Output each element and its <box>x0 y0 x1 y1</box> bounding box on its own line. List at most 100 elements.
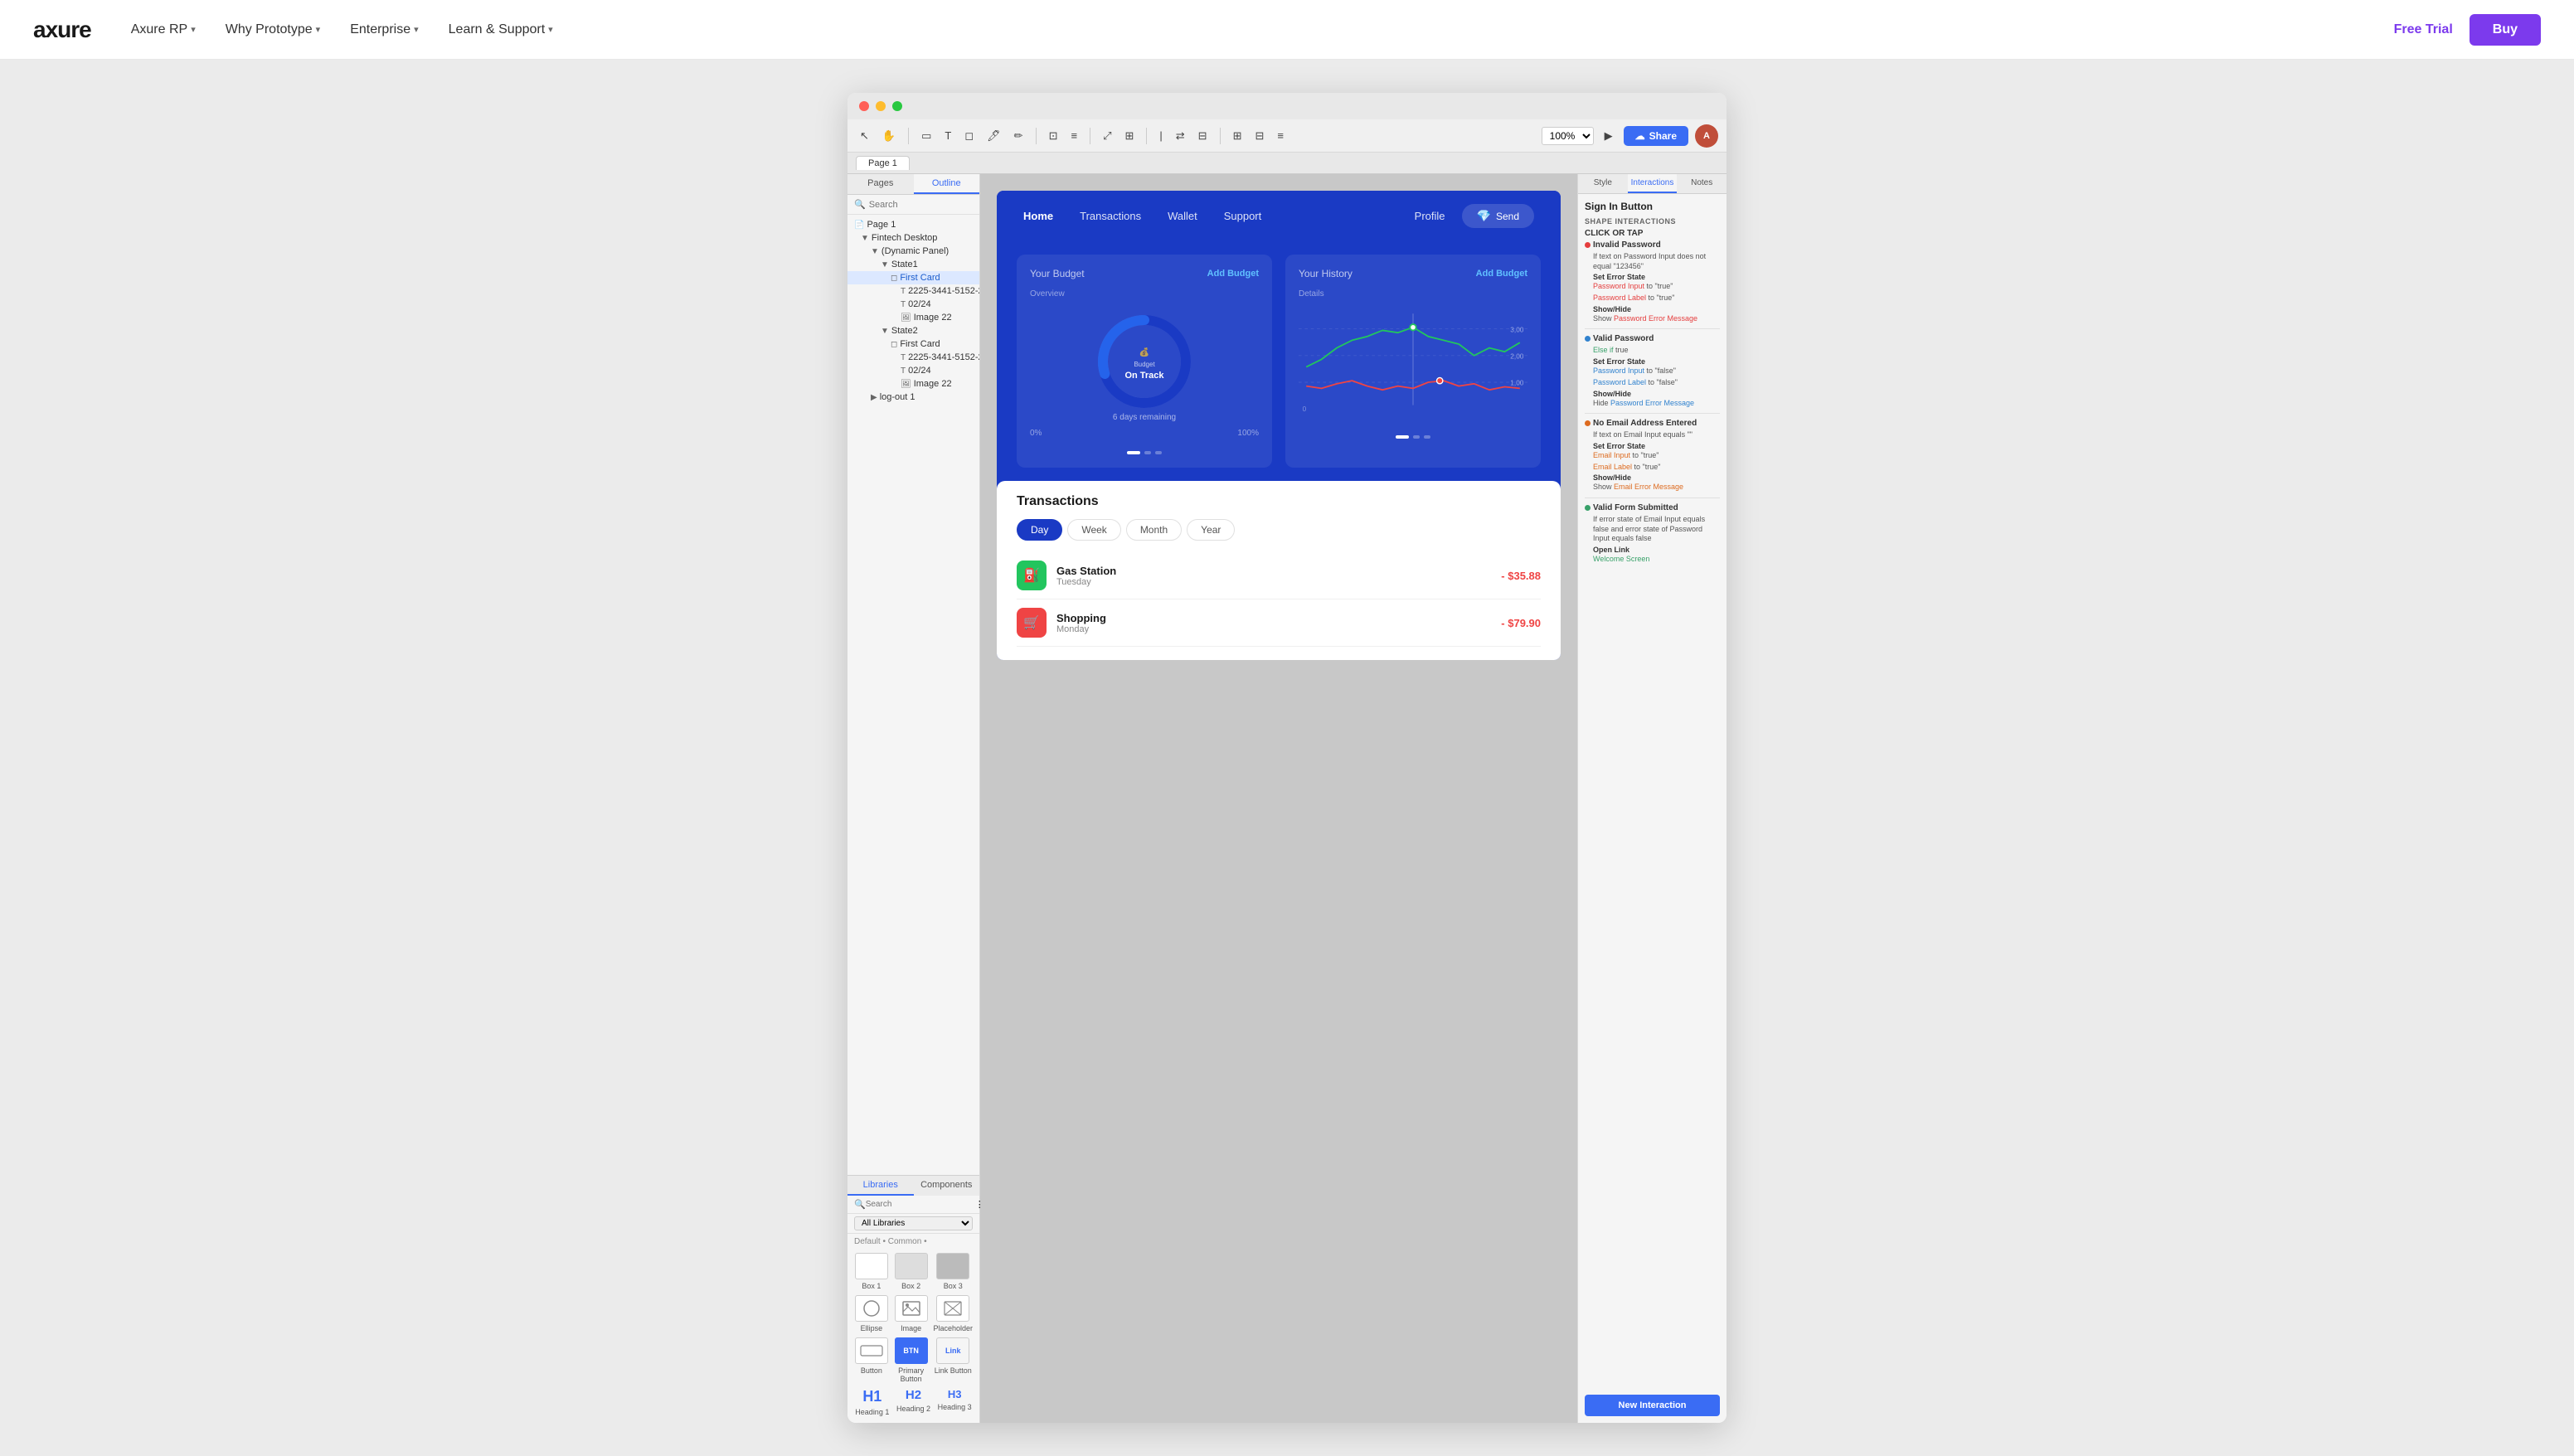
history-dot-1[interactable] <box>1396 435 1409 439</box>
tree-dynamic-panel[interactable]: ▼ (Dynamic Panel) <box>847 245 979 258</box>
line-chart: 3,00 2,00 1,00 <box>1299 305 1527 421</box>
pages-tab[interactable]: Pages <box>847 174 914 194</box>
panel-search: 🔍 ⊞ <box>847 195 979 215</box>
user-avatar[interactable]: A <box>1695 124 1718 148</box>
paint-tool[interactable]: 🖊 <box>983 127 1005 145</box>
maximize-dot[interactable] <box>892 101 902 111</box>
fintech-wallet-link[interactable]: Wallet <box>1168 210 1197 222</box>
no-email-show-hide: Show/Hide <box>1593 473 1720 482</box>
fintech-home-link[interactable]: Home <box>1023 210 1053 222</box>
minimize-dot[interactable] <box>876 101 886 111</box>
fintech-support-link[interactable]: Support <box>1224 210 1262 222</box>
history-dot-2[interactable] <box>1413 435 1420 439</box>
share-button[interactable]: ☁ Share <box>1624 126 1688 146</box>
connect-tool[interactable]: ⇄ <box>1172 127 1189 145</box>
new-interaction-button[interactable]: New Interaction <box>1585 1395 1720 1416</box>
free-trial-link[interactable]: Free Trial <box>2394 22 2453 37</box>
history-dot-3[interactable] <box>1424 435 1430 439</box>
play-button[interactable]: ▶ <box>1600 127 1617 145</box>
h-align-tool[interactable]: ⊟ <box>1251 127 1268 145</box>
shape-tool[interactable]: ◻ <box>960 127 978 145</box>
select-tool[interactable]: ↖ <box>856 127 873 145</box>
components-tool[interactable]: ⊞ <box>1120 127 1138 145</box>
svg-text:1,00: 1,00 <box>1510 380 1523 387</box>
right-tabs: Style Interactions Notes <box>1578 174 1727 194</box>
interactions-tab[interactable]: Interactions <box>1628 174 1678 193</box>
carousel-dot-2[interactable] <box>1144 451 1151 454</box>
nav-why-prototype[interactable]: Why Prototype ▾ <box>226 22 320 37</box>
nav-axure-rp[interactable]: Axure RP ▾ <box>131 22 196 37</box>
lib-item-link-button[interactable]: Link Link Button <box>933 1337 973 1383</box>
tree-date-2[interactable]: T 02/24 <box>847 364 979 377</box>
tree-first-card-1[interactable]: ◻ First Card <box>847 271 979 284</box>
tree-first-card-2[interactable]: ◻ First Card <box>847 337 979 351</box>
shopping-info: Shopping Monday <box>1056 612 1491 634</box>
expand-tool[interactable]: ⤢ <box>1099 127 1115 145</box>
no-email-condition: If text on Email Input equals "" <box>1593 430 1720 440</box>
distribute-tool[interactable]: ⊟ <box>1194 127 1212 145</box>
tree-page1[interactable]: 📄 Page 1 <box>847 218 979 231</box>
add-budget-btn[interactable]: Add Budget <box>1207 269 1259 279</box>
lib-h1[interactable]: H1 Heading 1 <box>854 1388 891 1416</box>
valid-form-dot <box>1585 505 1591 511</box>
history-carousel-dots <box>1299 435 1527 439</box>
lib-item-image[interactable]: Image <box>894 1295 929 1332</box>
outline-tab[interactable]: Outline <box>914 174 980 194</box>
nav-learn-support[interactable]: Learn & Support ▾ <box>449 22 553 37</box>
state2-icon: ▼ <box>881 327 889 336</box>
lib-heading-grid: H1 Heading 1 H2 Heading 2 H3 Heading 3 <box>847 1388 979 1423</box>
carousel-dot-3[interactable] <box>1155 451 1162 454</box>
fintech-send-btn[interactable]: 💎 Send <box>1462 204 1534 228</box>
v-align-tool[interactable]: ⊞ <box>1229 127 1246 145</box>
lib-item-primary-button[interactable]: BTN Primary Button <box>894 1337 929 1383</box>
axure-logo[interactable]: axure <box>33 17 91 43</box>
tree-fintech[interactable]: ▼ Fintech Desktop <box>847 231 979 245</box>
lib-h2[interactable]: H2 Heading 2 <box>896 1388 932 1416</box>
tree-card-number-2[interactable]: T 2225-3441-5152-2351 <box>847 351 979 364</box>
fintech-profile-link[interactable]: Profile <box>1415 210 1445 222</box>
filter-day-btn[interactable]: Day <box>1017 519 1062 541</box>
lib-item-box1[interactable]: Box 1 <box>854 1253 889 1290</box>
lib-h3[interactable]: H3 Heading 3 <box>936 1388 973 1416</box>
toolbar-sep-1 <box>908 128 909 144</box>
fintech-transactions-link[interactable]: Transactions <box>1080 210 1141 222</box>
libraries-tab[interactable]: Libraries <box>847 1176 914 1196</box>
carousel-dot-1[interactable] <box>1127 451 1140 454</box>
outline-search-input[interactable] <box>869 200 987 210</box>
lib-item-box3[interactable]: Box 3 <box>933 1253 973 1290</box>
lib-search-input[interactable] <box>866 1200 975 1209</box>
tree-image-22-2[interactable]: 🖼 Image 22 <box>847 377 979 391</box>
page-body: ↖ ✋ ▭ T ◻ 🖊 ✏ ⊡ ≡ ⤢ ⊞ | ⇄ ⊟ ⊞ ⊟ ≡ 100% <box>0 60 2574 1456</box>
zoom-select[interactable]: 100% 75% 150% <box>1542 127 1594 145</box>
align-tool[interactable]: ≡ <box>1066 127 1081 144</box>
lib-dropdown-select[interactable]: All Libraries <box>854 1216 973 1230</box>
filter-month-btn[interactable]: Month <box>1126 519 1182 541</box>
pan-tool[interactable]: ✋ <box>878 127 900 145</box>
tree-logout[interactable]: ▶ log-out 1 <box>847 391 979 404</box>
page-1-tab[interactable]: Page 1 <box>856 156 910 170</box>
fit-tool[interactable]: ⊡ <box>1045 127 1062 145</box>
v-sep-tool[interactable]: | <box>1155 127 1166 144</box>
style-tab[interactable]: Style <box>1578 174 1628 193</box>
lib-item-box2[interactable]: Box 2 <box>894 1253 929 1290</box>
nav-enterprise[interactable]: Enterprise ▾ <box>350 22 418 37</box>
tree-card-number-1[interactable]: T 2225-3441-5152-2351 <box>847 284 979 298</box>
lib-item-button[interactable]: Button <box>854 1337 889 1383</box>
add-budget-history-btn[interactable]: Add Budget <box>1476 269 1527 279</box>
rectangle-tool[interactable]: ▭ <box>917 127 935 145</box>
lib-item-placeholder[interactable]: Placeholder <box>933 1295 973 1332</box>
buy-button[interactable]: Buy <box>2470 14 2541 46</box>
text-tool[interactable]: T <box>940 127 955 144</box>
filter-year-btn[interactable]: Year <box>1187 519 1235 541</box>
tree-image-22-1[interactable]: 🖼 Image 22 <box>847 311 979 324</box>
pen-tool[interactable]: ✏ <box>1010 127 1027 145</box>
notes-tab[interactable]: Notes <box>1677 174 1727 193</box>
tree-state2[interactable]: ▼ State2 <box>847 324 979 337</box>
more-tool[interactable]: ≡ <box>1273 127 1288 144</box>
lib-item-ellipse[interactable]: Ellipse <box>854 1295 889 1332</box>
components-tab[interactable]: Components <box>914 1176 980 1196</box>
close-dot[interactable] <box>859 101 869 111</box>
tree-date-1[interactable]: T 02/24 <box>847 298 979 311</box>
filter-week-btn[interactable]: Week <box>1067 519 1120 541</box>
tree-state1[interactable]: ▼ State1 <box>847 258 979 271</box>
